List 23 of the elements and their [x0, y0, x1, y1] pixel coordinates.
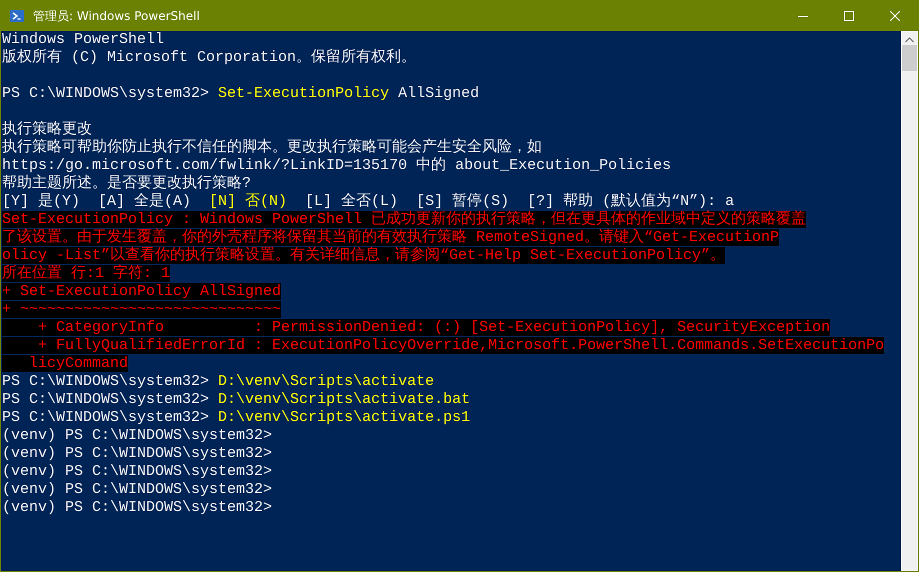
- console-line: (venv) PS C:\WINDOWS\system32>: [2, 499, 272, 517]
- scroll-thumb[interactable]: [902, 45, 917, 71]
- maximize-icon: [844, 11, 854, 21]
- console-line: PS C:\WINDOWS\system32> Set-ExecutionPolicy AllSigned: [2, 85, 480, 103]
- console-line: (venv) PS C:\WINDOWS\system32>: [2, 481, 272, 499]
- console-line: 执行策略更改: [2, 121, 92, 138]
- powershell-icon: [9, 8, 25, 24]
- console-line: (venv) PS C:\WINDOWS\system32>: [2, 463, 272, 481]
- console-line: 帮助主题所述。是否要更改执行策略?: [2, 175, 252, 193]
- console-line: PS C:\WINDOWS\system32> D:\venv\Scripts\activate: [2, 373, 434, 391]
- console-line: (venv) PS C:\WINDOWS\system32>: [2, 427, 272, 445]
- close-icon: [890, 11, 900, 21]
- console-line: 执行策略可帮助你防止执行不信任的脚本。更改执行策略可能会产生安全风险，如: [2, 139, 542, 156]
- console-line: (venv) PS C:\WINDOWS\system32>: [2, 445, 272, 463]
- console-line: [Y] 是(Y) [A] 全是(A) [N] 否(N) [L] 全否(L) [S] 暂停(S) [?] 帮助 (默认值为“N”): a: [2, 193, 734, 210]
- console-line: 版权所有 (C) Microsoft Corporation。保留所有权利。: [2, 49, 416, 67]
- scrollbar[interactable]: [901, 31, 918, 571]
- console-line: PS C:\WINDOWS\system32> D:\venv\Scripts\activate.ps1: [2, 409, 470, 427]
- window-title: 管理员: Windows PowerShell: [33, 8, 200, 25]
- console-line: Windows PowerShell: [2, 31, 164, 48]
- console-line: https:/go.microsoft.com/fwlink/?LinkID=135170 中的 about_Execution_Policies: [2, 157, 672, 174]
- console-line: PS C:\WINDOWS\system32> D:\venv\Scripts\activate.bat: [2, 391, 470, 409]
- scroll-up-icon[interactable]: [905, 37, 914, 43]
